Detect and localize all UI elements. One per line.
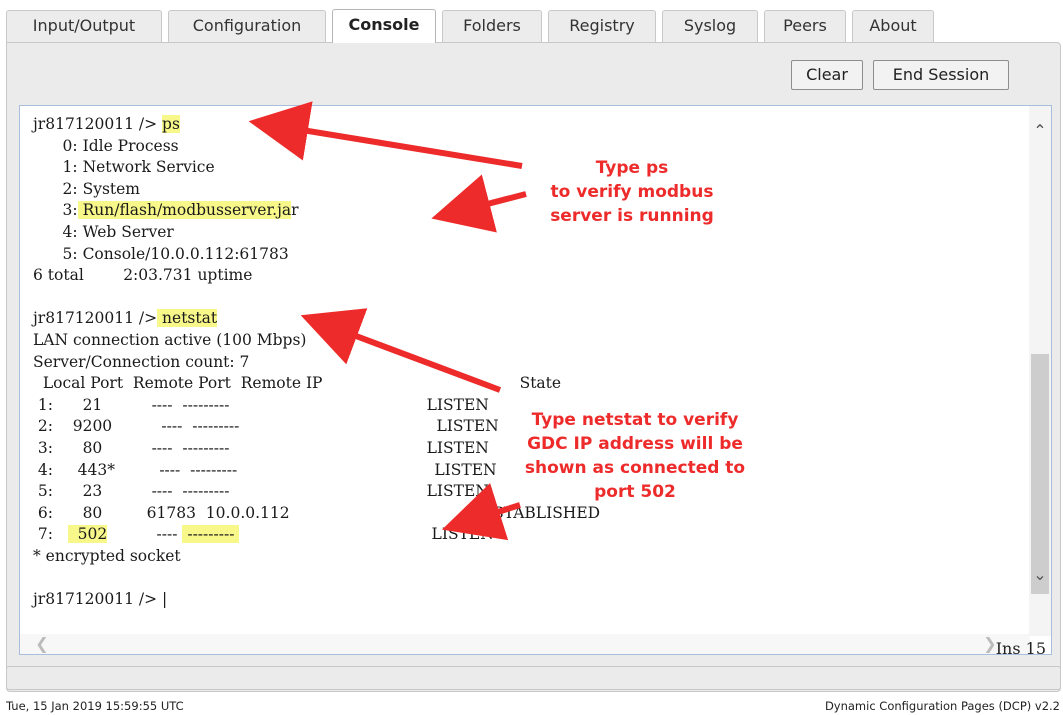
ps-annotation-line: Type ps bbox=[595, 158, 669, 178]
timestamp: Tue, 15 Jan 2019 15:59:55 UTC bbox=[6, 699, 184, 713]
highlighted-text: netstat bbox=[157, 309, 218, 328]
console-line: jr817120011 /> netstat bbox=[33, 309, 218, 328]
console-line: 5: Console/10.0.0.112:61783 bbox=[33, 244, 289, 263]
tab-console[interactable]: Console bbox=[332, 9, 436, 43]
vertical-scrollbar[interactable]: ⌃ ⌄ bbox=[1029, 106, 1051, 636]
console-line: 3: Run/flash/modbusserver.jar bbox=[33, 201, 299, 220]
console-line: * encrypted socket bbox=[33, 546, 181, 565]
scroll-down-icon[interactable]: ⌄ bbox=[1029, 564, 1051, 586]
console-line: 7: 502 ---- --------- LISTEN bbox=[33, 525, 494, 544]
netstat-annotation-line: shown as connected to bbox=[524, 458, 746, 478]
tab-syslog[interactable]: Syslog bbox=[662, 10, 758, 42]
ps-annotation-line: server is running bbox=[550, 206, 714, 226]
console-line: jr817120011 /> | bbox=[33, 590, 168, 609]
end-session-button[interactable]: End Session bbox=[873, 60, 1009, 90]
console-line: 6: 80 61783 10.0.0.112 ESTABLISHED bbox=[33, 503, 601, 522]
console-line: 2: System bbox=[33, 179, 141, 198]
tab-input-output[interactable]: Input/Output bbox=[6, 10, 162, 42]
insert-mode-indicator: Ins 15 bbox=[995, 639, 1046, 658]
console-text[interactable]: jr817120011 /> ps 0: Idle Process 1: Net… bbox=[33, 114, 1013, 611]
highlighted-text: --------- bbox=[182, 525, 240, 544]
highlighted-text: Run/flash/modbusserver.ja bbox=[77, 201, 292, 220]
console-line: jr817120011 /> ps bbox=[33, 115, 180, 133]
tab-folders[interactable]: Folders bbox=[442, 10, 542, 42]
ps-annotation-line: to verify modbus bbox=[550, 182, 714, 202]
tab-peers[interactable]: Peers bbox=[764, 10, 846, 42]
tab-about[interactable]: About bbox=[852, 10, 934, 42]
netstat-annotation-line: Type netstat to verify bbox=[531, 410, 739, 430]
console-line: 1: Network Service bbox=[33, 158, 215, 177]
netstat-annotation-line: GDC IP address will be bbox=[527, 434, 743, 454]
highlighted-text: ps bbox=[162, 115, 180, 133]
horizontal-scrollbar[interactable]: ❮ ❯ bbox=[20, 634, 1030, 654]
scroll-up-icon[interactable]: ⌃ bbox=[1029, 120, 1051, 142]
scroll-left-icon[interactable]: ❮ bbox=[32, 634, 52, 654]
console-line: Local Port Remote Port Remote IP State bbox=[33, 374, 562, 393]
console-line: 0: Idle Process bbox=[33, 136, 179, 155]
clear-button[interactable]: Clear bbox=[791, 60, 863, 90]
console-line: LAN connection active (100 Mbps) bbox=[33, 330, 307, 349]
tab-registry[interactable]: Registry bbox=[548, 10, 656, 42]
app-version: Dynamic Configuration Pages (DCP) v2.2 bbox=[824, 699, 1060, 713]
tab-configuration[interactable]: Configuration bbox=[168, 10, 326, 42]
netstat-annotation-line: port 502 bbox=[594, 482, 676, 502]
ps-annotation: Type ps to verify modbus server is runni… bbox=[532, 156, 732, 228]
scrollbar-thumb[interactable] bbox=[1031, 354, 1049, 594]
console-line: 4: Web Server bbox=[33, 222, 174, 241]
console-line: Server/Connection count: 7 bbox=[33, 352, 250, 371]
status-bar bbox=[6, 666, 1061, 690]
netstat-annotation: Type netstat to verify GDC IP address wi… bbox=[490, 408, 780, 504]
console-panel: Clear End Session jr817120011 /> ps 0: I… bbox=[6, 42, 1061, 692]
highlighted-text: 502 bbox=[67, 525, 108, 544]
console-line: 6 total 2:03.731 uptime bbox=[33, 266, 253, 285]
